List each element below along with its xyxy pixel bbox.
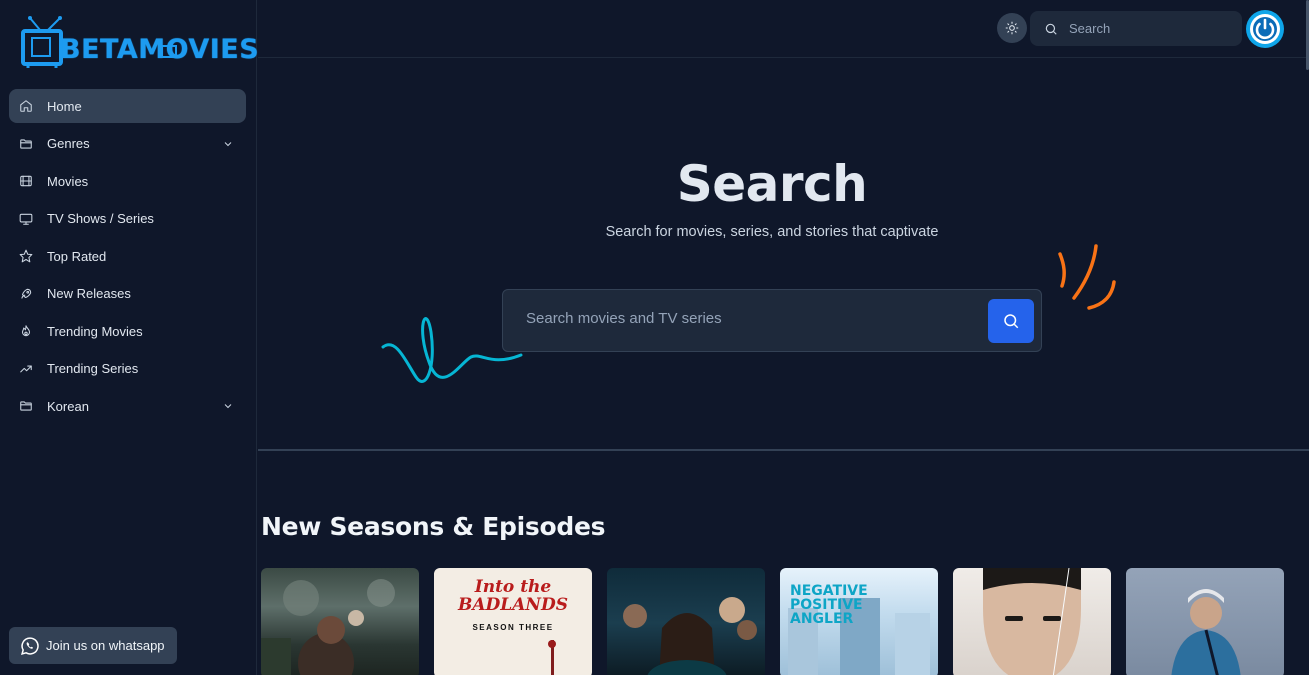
rocket-icon — [19, 287, 33, 301]
page-subtitle: Search for movies, series, and stories t… — [605, 224, 939, 240]
whatsapp-button[interactable]: Join us on whatsapp — [9, 627, 177, 664]
sidebar: BETAMOVIES Home Genres Movies TV Shows /… — [0, 0, 259, 675]
search-icon — [1045, 23, 1057, 35]
decorative-lines-orange — [1058, 244, 1116, 310]
chevron-down-icon[interactable] — [222, 400, 234, 412]
sidebar-item-label: Trending Movies — [47, 323, 143, 339]
poster-card[interactable] — [1126, 568, 1284, 675]
sidebar-item-label: Movies — [47, 173, 89, 189]
sidebar-item-home[interactable]: Home — [9, 89, 246, 123]
poster-card[interactable] — [261, 568, 419, 675]
page-title: Search — [676, 155, 868, 213]
top-search-input[interactable] — [1069, 21, 1229, 36]
sidebar-item-movies[interactable]: Movies — [9, 164, 246, 198]
sidebar-item-label: Top Rated — [47, 248, 107, 264]
folder-icon — [19, 399, 33, 413]
poster-image — [623, 597, 757, 675]
poster-card[interactable]: Into the BADLANDS SEASON THREE — [434, 568, 592, 675]
sidebar-item-label: Trending Series — [47, 361, 139, 376]
top-search-box[interactable] — [1030, 11, 1242, 46]
sidebar-item-genres[interactable]: Genres — [9, 127, 246, 161]
sidebar-item-tv-shows[interactable]: TV Shows / Series — [9, 202, 246, 236]
folder-icon — [19, 137, 33, 151]
poster-image — [261, 579, 395, 675]
avatar[interactable] — [1246, 10, 1284, 48]
sidebar-item-trending-movies[interactable]: Trending Movies — [9, 314, 246, 348]
power-icon — [1250, 14, 1280, 44]
sidebar-item-label: Genres — [47, 136, 90, 151]
sidebar-item-korean[interactable]: Korean — [9, 389, 246, 423]
poster-card[interactable]: NEGATIVE POSITIVE ANGLER — [780, 568, 938, 675]
logo-text: BETAMOVIES — [60, 34, 260, 65]
theme-toggle-button[interactable] — [997, 13, 1027, 43]
sidebar-item-new-releases[interactable]: New Releases — [9, 277, 246, 311]
search-submit-button[interactable] — [988, 299, 1034, 343]
poster-image — [1171, 589, 1241, 675]
section-title: New Seasons & Episodes — [261, 512, 606, 541]
hero-section: Search Search for movies, series, and st… — [258, 59, 1309, 451]
poster-image — [983, 568, 1081, 675]
whatsapp-icon — [21, 636, 39, 655]
poster-figure — [548, 640, 556, 675]
poster-card[interactable] — [953, 568, 1111, 675]
sidebar-nav: Home Genres Movies TV Shows / Series Top… — [9, 89, 246, 427]
sidebar-item-label: Home — [47, 98, 82, 114]
star-icon — [19, 249, 33, 263]
chevron-down-icon[interactable] — [222, 138, 234, 150]
poster-row: Into the BADLANDS SEASON THREE NEGATIVE … — [261, 568, 1299, 675]
whatsapp-label: Join us on whatsapp — [46, 638, 165, 653]
sidebar-item-label: TV Shows / Series — [47, 211, 154, 226]
film-icon — [19, 174, 33, 188]
poster-card[interactable] — [607, 568, 765, 675]
sidebar-item-trending-series[interactable]: Trending Series — [9, 352, 246, 386]
poster-title: NEGATIVE POSITIVE ANGLER — [790, 583, 868, 627]
top-bar — [258, 0, 1309, 58]
main-search-input[interactable] — [526, 310, 966, 327]
tv-icon — [19, 212, 33, 226]
sidebar-item-label: Korean — [47, 398, 89, 414]
sun-icon — [1005, 21, 1019, 35]
home-icon — [19, 99, 33, 113]
main-search-box — [502, 289, 1042, 352]
logo[interactable]: BETAMOVIES — [20, 14, 259, 70]
search-icon — [1004, 314, 1019, 329]
flame-icon — [19, 324, 33, 338]
sidebar-item-label: New Releases — [47, 286, 131, 301]
sidebar-item-top-rated[interactable]: Top Rated — [9, 239, 246, 273]
trending-up-icon — [19, 362, 33, 376]
